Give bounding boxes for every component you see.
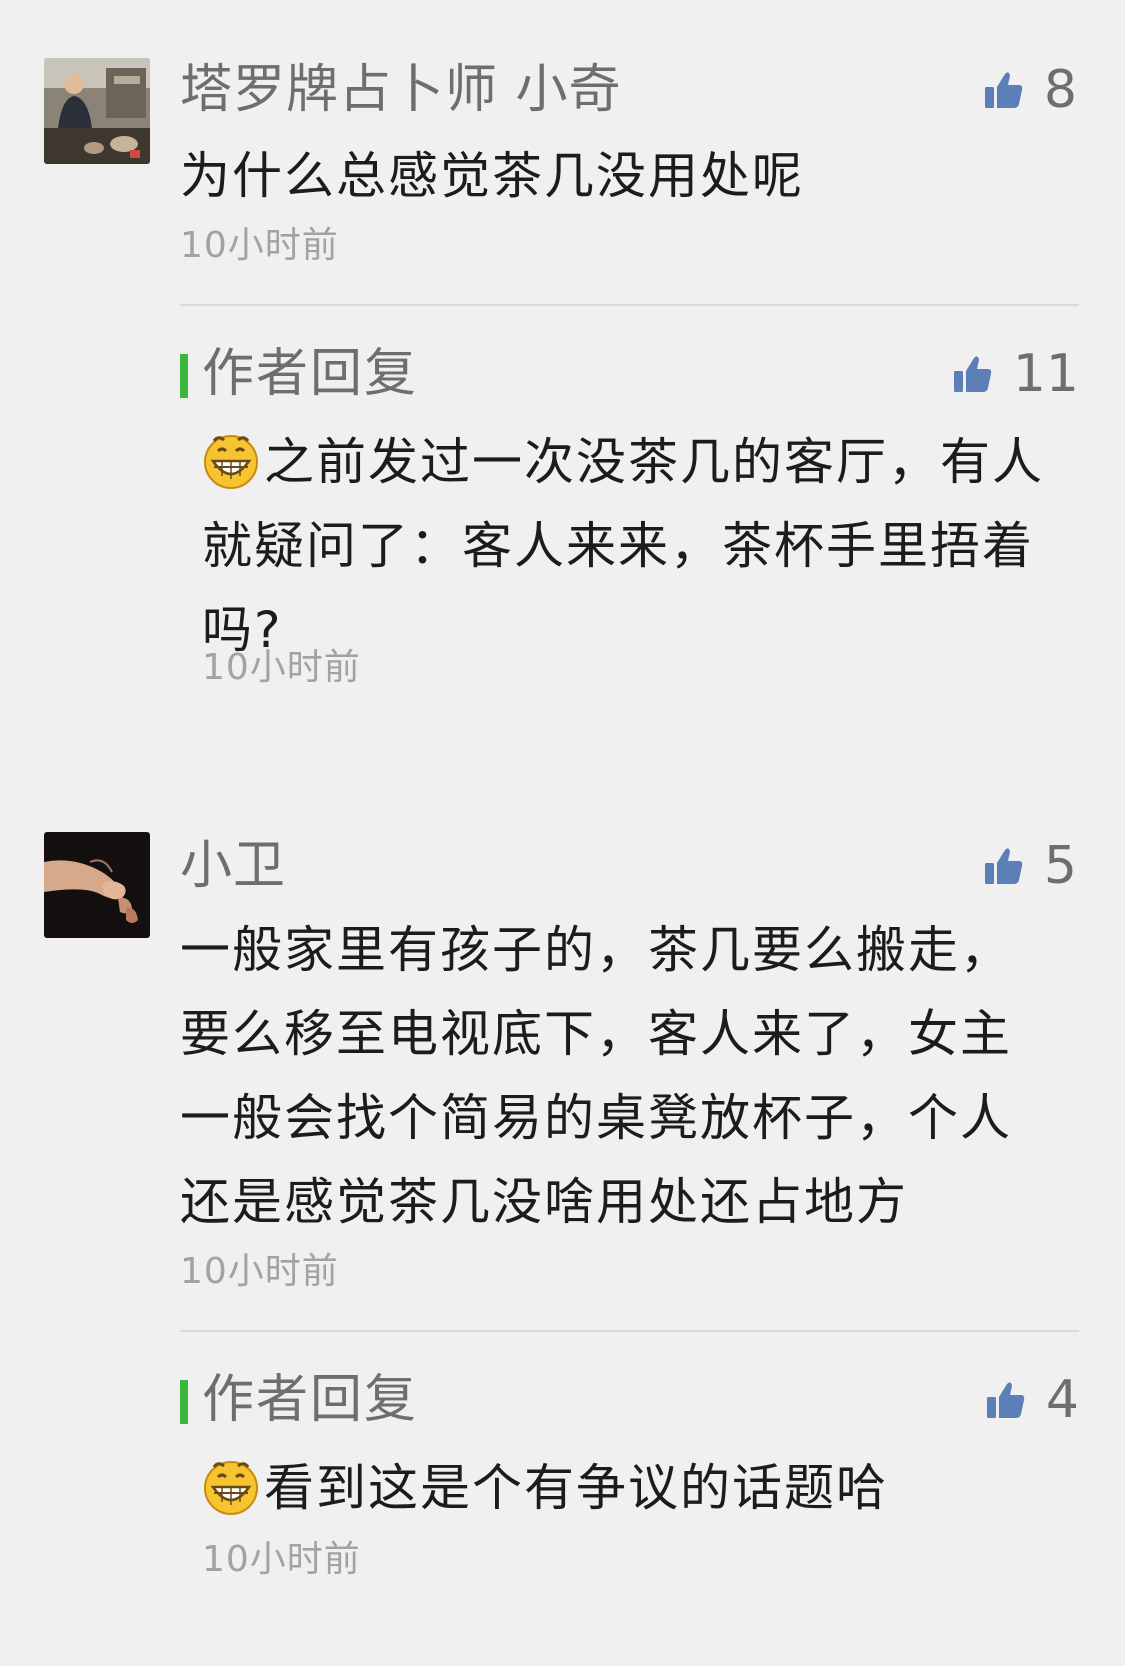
- comment-time: 10小时前: [180, 225, 339, 266]
- like-count: 11: [1012, 344, 1079, 404]
- comment-text: 一般家里有孩子的，茶几要么搬走，要么移至电视底下，客人来了，女主一般会找个简易的…: [180, 921, 1012, 1231]
- like-count: 4: [1045, 1370, 1079, 1430]
- comment-time: 10小时前: [180, 1251, 339, 1292]
- reply-text-block: 看到这是个有争议的话题哈: [202, 1446, 1082, 1530]
- like-count: 8: [1043, 60, 1077, 120]
- comment-author[interactable]: 小卫: [180, 834, 286, 898]
- reply-time: 10小时前: [202, 1539, 361, 1580]
- grinning-emoji-icon: [204, 435, 258, 489]
- reply-like-button[interactable]: 11: [953, 342, 1079, 406]
- divider: [180, 304, 1079, 306]
- reply-like-button[interactable]: 4: [986, 1368, 1079, 1432]
- thumbs-up-icon: [953, 356, 992, 392]
- reply-text: 之前发过一次没茶几的客厅，有人就疑问了：客人来来，茶杯手里捂着吗?: [202, 433, 1044, 659]
- author-reply-label: 作者回复: [202, 1370, 419, 1430]
- like-button[interactable]: 8: [984, 58, 1077, 122]
- reply-text-block: 之前发过一次没茶几的客厅，有人就疑问了：客人来来，茶杯手里捂着吗?: [202, 420, 1082, 672]
- comment-author[interactable]: 塔罗牌占卜师 小奇: [180, 58, 622, 122]
- author-reply-label: 作者回复: [202, 344, 419, 404]
- avatar[interactable]: [44, 832, 150, 938]
- comment-text: 为什么总感觉茶几没用处呢: [180, 147, 804, 205]
- reply-text: 看到这是个有争议的话题哈: [264, 1459, 888, 1517]
- thumbs-up-icon: [986, 1382, 1025, 1418]
- grinning-emoji-icon: [204, 1461, 258, 1515]
- reply-time: 10小时前: [202, 647, 361, 688]
- divider: [180, 1330, 1079, 1332]
- thumbs-up-icon: [984, 848, 1023, 884]
- like-button[interactable]: 5: [984, 834, 1077, 898]
- avatar[interactable]: [44, 58, 150, 164]
- reply-indicator-bar: [180, 354, 188, 398]
- like-count: 5: [1043, 836, 1077, 896]
- reply-indicator-bar: [180, 1380, 188, 1424]
- thumbs-up-icon: [984, 72, 1023, 108]
